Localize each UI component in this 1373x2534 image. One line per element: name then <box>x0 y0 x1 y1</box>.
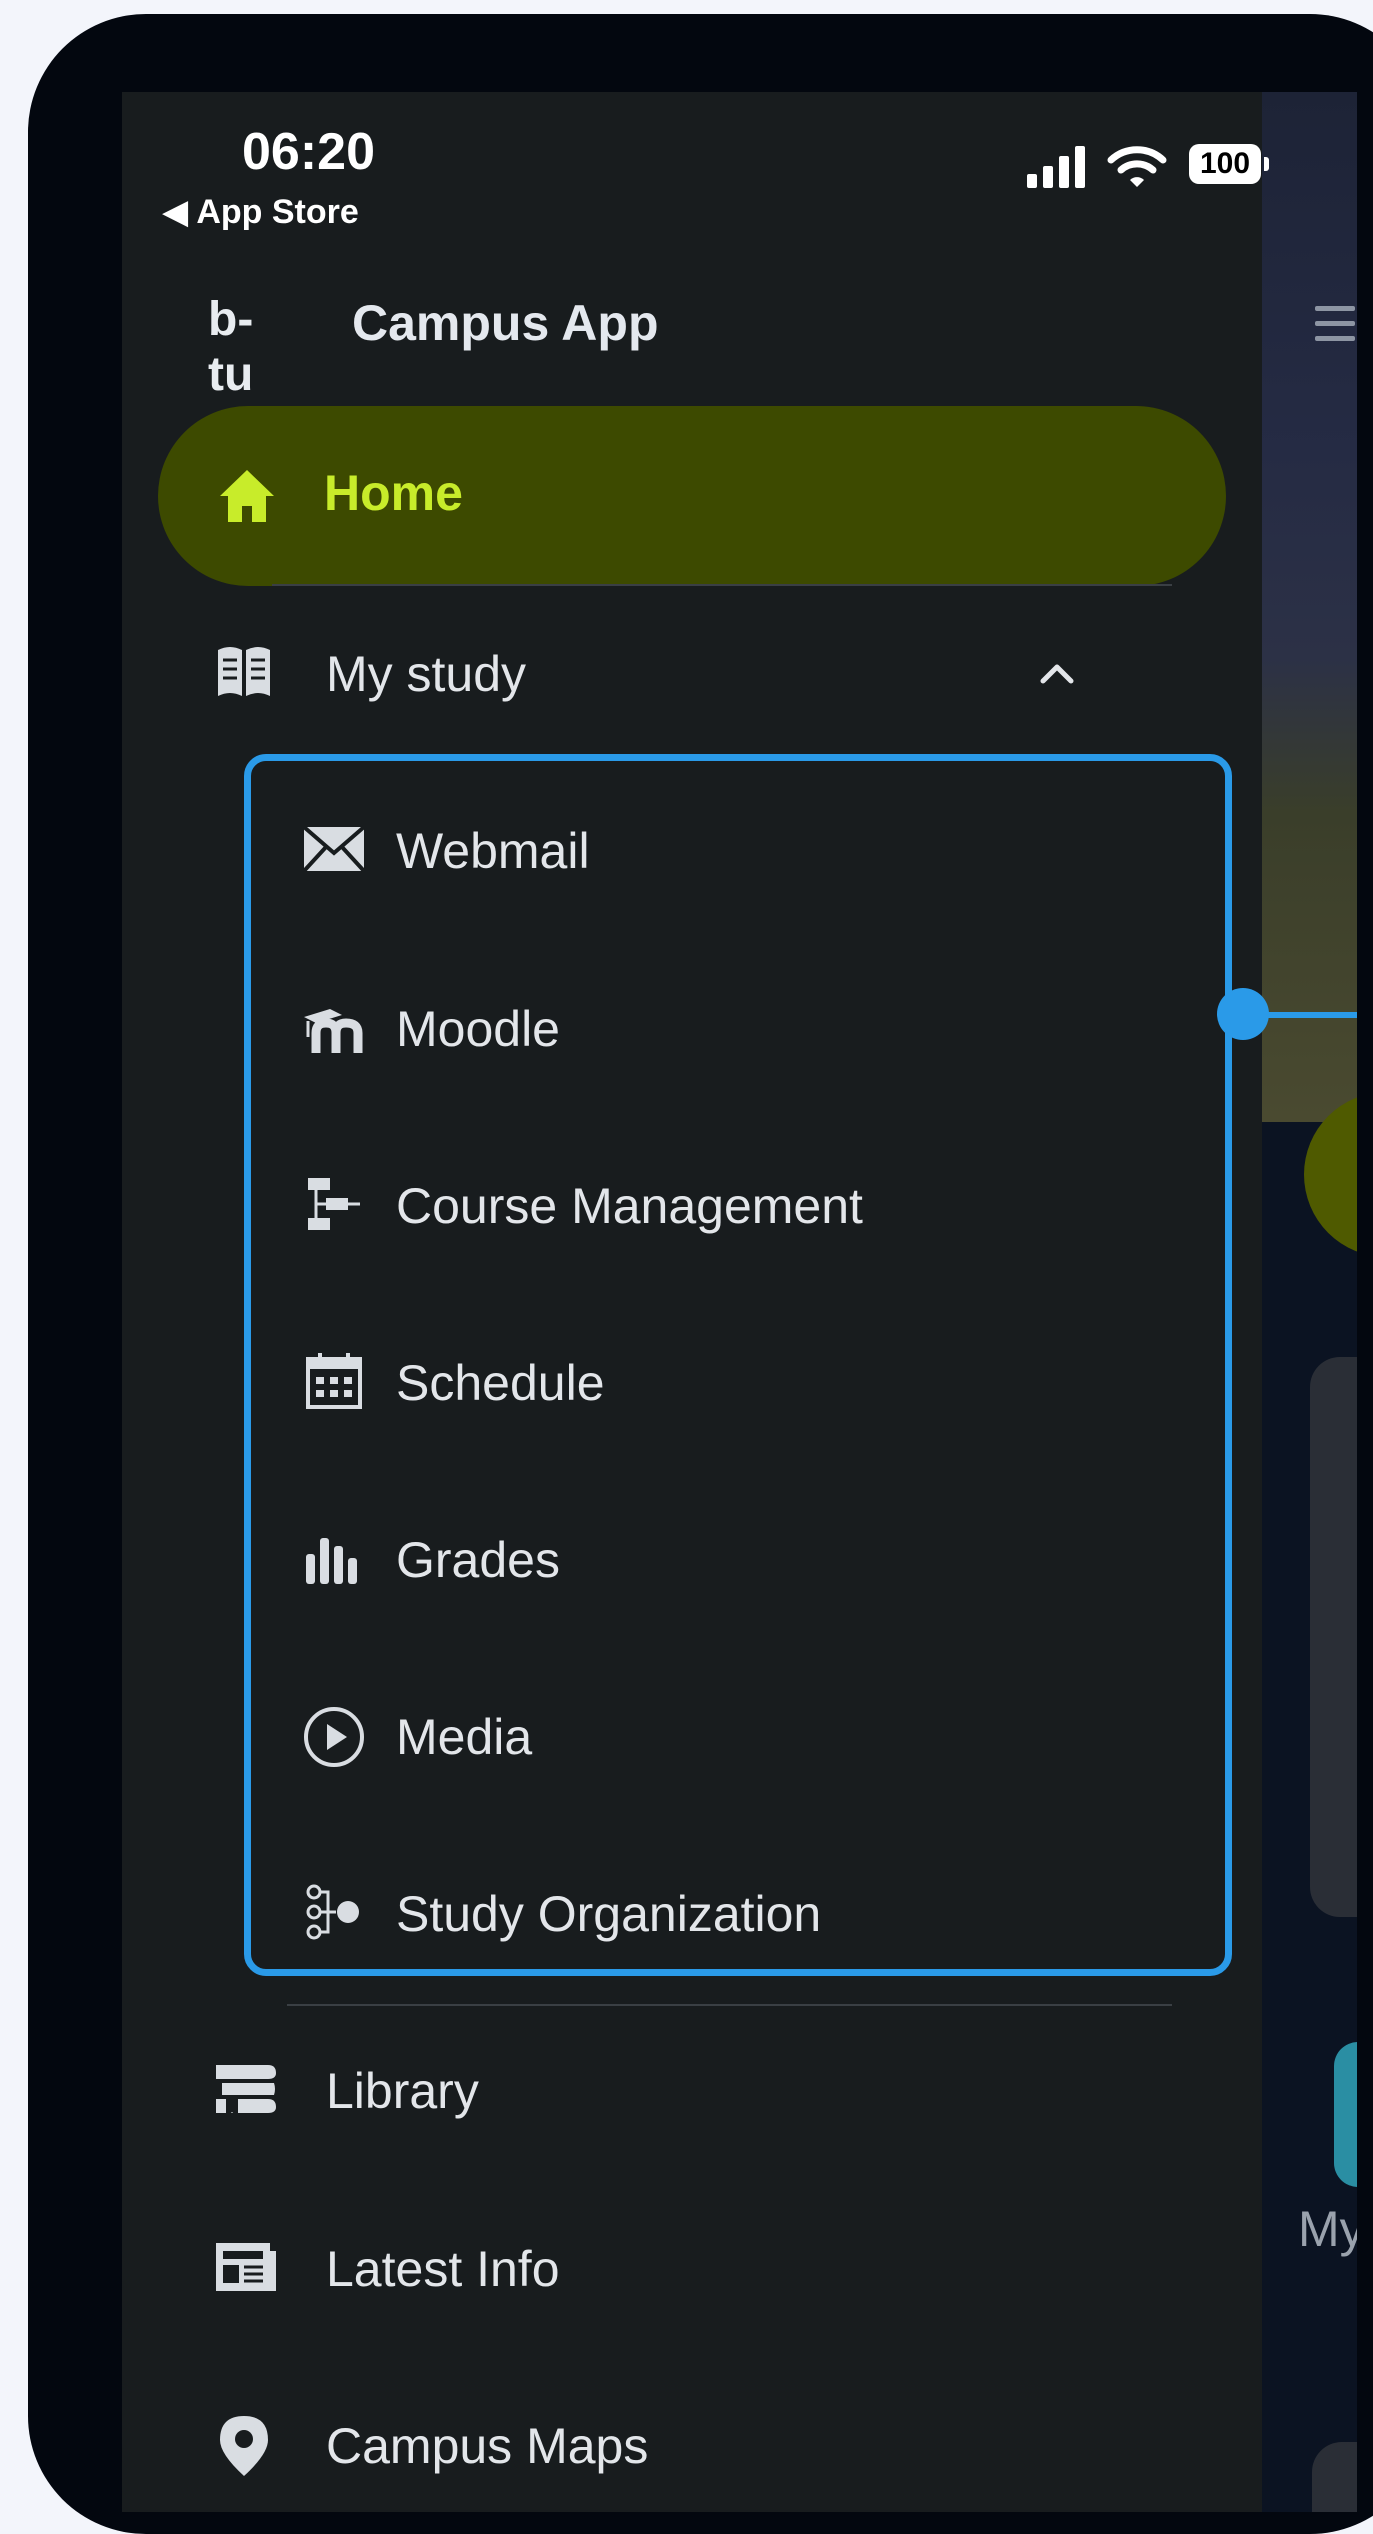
navigation-drawer: 06:20 ◀ App Store 100 b-tu Campus App Ho… <box>122 92 1357 2512</box>
nav-item-library-label: Library <box>326 2063 479 2119</box>
divider <box>287 2004 1172 2006</box>
back-to-app-store[interactable]: ◀ App Store <box>162 192 359 232</box>
phone-frame: My 06:20 ◀ App Store 100 b-tu Campus App… <box>28 14 1373 2534</box>
signal-icon <box>1027 144 1087 188</box>
nav-item-latest-info[interactable]: Latest Info <box>122 2207 1222 2327</box>
background-card <box>1310 1357 1357 1917</box>
nav-item-library[interactable]: Library <box>122 2029 1222 2149</box>
status-time: 06:20 <box>242 123 375 181</box>
callout-connector-dot <box>1217 988 1269 1040</box>
submenu-highlight-box <box>244 754 1232 1976</box>
home-icon <box>218 468 276 524</box>
background-menu-icon <box>1315 306 1355 346</box>
book-icon <box>214 642 274 702</box>
nav-item-my-study-label: My study <box>326 646 527 702</box>
library-icon <box>214 2059 276 2119</box>
screen: My 06:20 ◀ App Store 100 b-tu Campus App… <box>122 92 1357 2512</box>
background-partial-label: My <box>1298 2201 1357 2257</box>
chevron-up-icon[interactable] <box>1037 657 1077 687</box>
app-title: Campus App <box>352 295 659 351</box>
nav-item-home[interactable]: Home <box>158 406 1226 586</box>
battery-nub <box>1264 157 1269 171</box>
battery-icon: 100 <box>1189 144 1261 184</box>
nav-item-latest-info-label: Latest Info <box>326 2241 560 2297</box>
divider <box>272 584 1172 586</box>
background-tile <box>1334 2042 1357 2187</box>
background-bottom-card <box>1312 2442 1357 2512</box>
wifi-icon <box>1107 144 1167 188</box>
newspaper-icon <box>214 2237 276 2297</box>
nav-item-home-label: Home <box>324 465 463 521</box>
nav-item-campus-maps-label: Campus Maps <box>326 2418 649 2474</box>
btu-logo: b-tu <box>208 293 254 401</box>
nav-item-campus-maps[interactable]: Campus Maps <box>122 2384 1222 2504</box>
map-pin-icon <box>214 2414 274 2476</box>
